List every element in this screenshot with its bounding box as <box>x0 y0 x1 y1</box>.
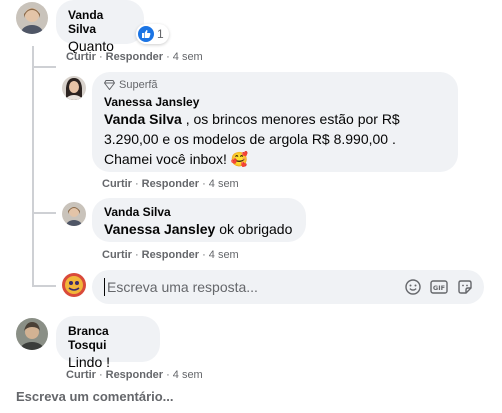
reply-author[interactable]: Vanda Silva <box>104 205 294 219</box>
reply-text-line-1: , os brincos menores estão por R$ <box>181 111 400 127</box>
avatar-vanessa-jansley[interactable] <box>62 76 86 100</box>
like-link[interactable]: Curtir <box>102 249 132 261</box>
comment-author[interactable]: Branca Tosqui <box>68 324 148 352</box>
avatar-branca-tosqui[interactable] <box>16 318 48 350</box>
reaction-count-badge[interactable]: 1 <box>136 24 169 44</box>
mention-link[interactable]: Vanda Silva <box>104 111 182 127</box>
reply-text-line-2: 3.290,00 e os modelos de argola R$ 8.990… <box>104 131 396 147</box>
like-link[interactable]: Curtir <box>66 51 96 63</box>
timestamp[interactable]: 4 sem <box>173 369 203 381</box>
reply-text: Vanda Silva , os brincos menores estão p… <box>104 109 446 169</box>
reply-link[interactable]: Responder <box>142 178 199 190</box>
reply-composer: GIF <box>92 270 484 304</box>
comment-actions: Curtir · Responder · 4 sem <box>66 51 203 63</box>
comment-author[interactable]: Vanda Silva <box>68 8 132 36</box>
reply-bubble-vanda: Vanda Silva Vanessa Jansley ok obrigado <box>92 198 306 242</box>
reply-input[interactable] <box>107 279 398 295</box>
reply-text-body: ok obrigado <box>215 221 293 237</box>
reply-link[interactable]: Responder <box>106 51 163 63</box>
comment-bubble-vanda: Vanda Silva Quanto <box>56 0 144 54</box>
avatar-vanda-silva-reply[interactable] <box>62 202 86 226</box>
timestamp[interactable]: 4 sem <box>209 249 239 261</box>
reply-bubble-vanessa: Superfã Vanessa Jansley Vanda Silva , os… <box>92 72 458 172</box>
timestamp[interactable]: 4 sem <box>173 51 203 63</box>
like-link[interactable]: Curtir <box>66 369 96 381</box>
avatar-current-user[interactable] <box>62 273 86 297</box>
reply-link[interactable]: Responder <box>142 249 199 261</box>
reply-author[interactable]: Vanessa Jansley <box>104 95 446 109</box>
thread-line-branch-1 <box>32 66 56 68</box>
diamond-icon <box>104 80 115 90</box>
reply-actions: Curtir · Responder · 4 sem <box>102 178 239 190</box>
mention-link[interactable]: Vanessa Jansley <box>104 221 215 237</box>
reply-actions: Curtir · Responder · 4 sem <box>102 249 239 261</box>
reply-text: Vanessa Jansley ok obrigado <box>104 219 294 239</box>
sticker-icon[interactable] <box>454 276 476 298</box>
timestamp[interactable]: 4 sem <box>209 178 239 190</box>
superfan-badge: Superfã <box>104 78 446 92</box>
text-caret <box>104 278 105 296</box>
avatar-vanda-silva[interactable] <box>16 2 48 34</box>
like-link[interactable]: Curtir <box>102 178 132 190</box>
like-icon <box>138 26 154 42</box>
comment-actions: Curtir · Responder · 4 sem <box>66 369 203 381</box>
thread-line-branch-2 <box>32 212 56 214</box>
reaction-count: 1 <box>157 27 164 41</box>
reply-link[interactable]: Responder <box>106 369 163 381</box>
badge-label: Superfã <box>119 79 158 91</box>
gif-icon[interactable]: GIF <box>428 276 450 298</box>
svg-text:GIF: GIF <box>433 284 445 292</box>
thread-line-branch-3 <box>32 285 56 287</box>
comment-bubble-branca: Branca Tosqui Lindo ! <box>56 316 160 370</box>
write-comment-link[interactable]: Escreva um comentário... <box>16 389 174 404</box>
emoji-icon[interactable] <box>402 276 424 298</box>
thread-line-vertical <box>32 46 34 286</box>
reply-text-line-3: Chamei você inbox! 🥰 <box>104 151 249 167</box>
